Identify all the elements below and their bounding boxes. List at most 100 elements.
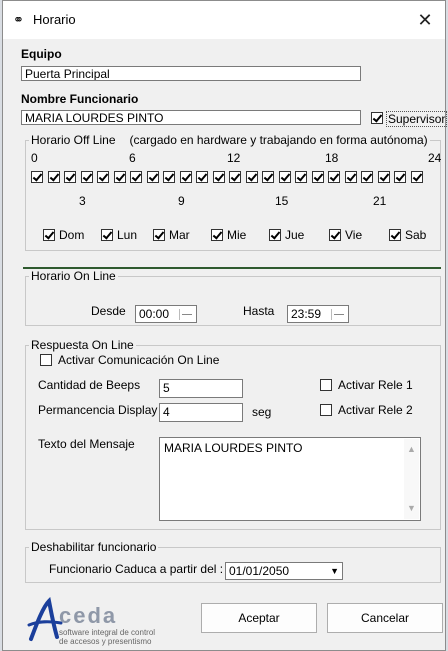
equipo-label: Equipo (21, 47, 62, 61)
desde-label: Desde (91, 304, 126, 318)
chevron-down-icon[interactable]: ▼ (330, 564, 339, 578)
hour-checkbox[interactable] (179, 171, 192, 183)
activar-online-checkbox[interactable] (40, 354, 52, 366)
hour-checkbox[interactable] (229, 171, 241, 183)
offline-legend-text: Horario Off Line (31, 133, 116, 147)
day-label: Mar (169, 228, 190, 242)
hour-checkbox[interactable] (212, 171, 225, 183)
equipo-field[interactable]: Puerta Principal (21, 66, 361, 81)
caduca-date-picker[interactable]: 01/01/2050 ▼ (225, 562, 343, 580)
hour-checkbox[interactable] (295, 171, 307, 183)
caduca-value: 01/01/2050 (229, 564, 290, 578)
day-checkbox-sab[interactable] (389, 229, 401, 241)
rele1-checkbox[interactable] (320, 379, 332, 391)
hour-checkbox[interactable] (311, 171, 324, 183)
display-label: Permancencia Display (38, 403, 158, 417)
hour-checkbox[interactable] (97, 171, 109, 183)
day-label: Jue (285, 228, 305, 242)
hour-checkbox[interactable] (196, 171, 208, 183)
beeps-input[interactable]: 5 (159, 379, 243, 398)
desde-spinner[interactable] (179, 309, 194, 320)
hour-label: 18 (325, 151, 339, 165)
close-button[interactable]: ✕ (405, 1, 445, 39)
desde-time-input[interactable]: 00:00 (135, 305, 197, 323)
hour-label: 0 (31, 151, 38, 165)
hasta-spinner[interactable] (331, 309, 346, 320)
day-checkbox-mie[interactable] (211, 229, 223, 241)
hour-checkbox[interactable] (245, 171, 258, 183)
hour-checkbox[interactable] (394, 171, 406, 183)
day-label: Vie (345, 228, 363, 242)
nombre-funcionario-label: Nombre Funcionario (21, 92, 139, 106)
caduca-label: Funcionario Caduca a partir del : (49, 562, 224, 576)
logo-subtitle-1: software integral de control (59, 628, 156, 637)
respuesta-legend: Respuesta On Line (29, 338, 136, 352)
title-bar: ⚭ Horario ✕ (3, 1, 445, 39)
hour-checkbox[interactable] (64, 171, 76, 183)
mensaje-textarea[interactable]: MARIA LOURDES PINTO ▲ ▼ (159, 437, 421, 521)
hour-checkbox[interactable] (344, 171, 357, 183)
hour-label: 12 (227, 151, 241, 165)
nombre-funcionario-field[interactable]: MARIA LOURDES PINTO (21, 110, 361, 125)
hour-label: 3 (79, 194, 86, 208)
hour-checkbox-row (31, 171, 441, 185)
hour-checkbox[interactable] (328, 171, 340, 183)
beeps-label: Cantidad de Beeps (38, 378, 141, 392)
day-checkbox-mar[interactable] (153, 229, 165, 241)
scroll-down-icon[interactable]: ▼ (407, 502, 416, 515)
display-input[interactable]: 4 (159, 403, 243, 422)
hour-checkbox[interactable] (361, 171, 373, 183)
day-label: Sab (405, 228, 427, 242)
hasta-label: Hasta (243, 304, 275, 318)
rele1-label: Activar Rele 1 (338, 378, 413, 392)
hasta-time-input[interactable]: 23:59 (287, 305, 349, 323)
hour-checkbox[interactable] (80, 171, 93, 183)
aceptar-button[interactable]: Aceptar (201, 603, 317, 633)
hour-checkbox[interactable] (262, 171, 274, 183)
day-checkbox-vie[interactable] (329, 229, 341, 241)
logo-wordmark: ceda (59, 603, 118, 628)
hasta-value: 23:59 (291, 307, 322, 321)
desde-value: 00:00 (139, 307, 170, 321)
hour-checkbox[interactable] (377, 171, 390, 183)
hour-checkbox[interactable] (113, 171, 126, 183)
horario-dialog: ⚭ Horario ✕ Equipo Puerta Principal Nomb… (2, 0, 448, 651)
mensaje-scrollbar[interactable]: ▲ ▼ (404, 439, 419, 519)
hour-checkbox[interactable] (146, 171, 159, 183)
rele2-label: Activar Rele 2 (338, 403, 413, 417)
seg-label: seg (252, 405, 272, 419)
hour-checkbox[interactable] (278, 171, 291, 183)
hour-checkbox[interactable] (410, 171, 423, 183)
day-checkbox-lun[interactable] (101, 229, 113, 241)
logo-subtitle-2: de accesos y presentismo (59, 637, 152, 646)
logo-a-icon (27, 597, 63, 641)
supervisor-label: Supervisor (386, 111, 448, 127)
day-checkbox-dom[interactable] (43, 229, 55, 241)
supervisor-checkbox[interactable] (371, 112, 383, 124)
offline-legend: Horario Off Line (cargado en hardware y t… (29, 133, 430, 147)
offline-note: (cargado en hardware y trabajando en for… (129, 133, 428, 147)
hour-label: 6 (129, 151, 136, 165)
scroll-up-icon[interactable]: ▲ (407, 443, 416, 456)
hour-checkbox[interactable] (163, 171, 175, 183)
activar-online-label: Activar Comunicación On Line (58, 353, 220, 367)
acceda-logo: ceda software integral de control de acc… (27, 597, 187, 647)
hour-checkbox[interactable] (130, 171, 142, 183)
hour-label: 9 (178, 194, 185, 208)
mensaje-text: MARIA LOURDES PINTO (164, 441, 303, 455)
hour-checkbox[interactable] (47, 171, 60, 183)
rele2-checkbox[interactable] (320, 404, 332, 416)
hour-label: 24 (428, 151, 442, 165)
day-label: Mie (227, 228, 247, 242)
cancelar-button[interactable]: Cancelar (327, 603, 443, 633)
hour-label: 15 (275, 194, 289, 208)
hour-checkbox[interactable] (31, 171, 43, 183)
window-title: Horario (33, 12, 76, 27)
day-label: Lun (117, 228, 138, 242)
deshabilitar-legend: Deshabilitar funcionario (29, 540, 159, 554)
mensaje-label: Texto del Mensaje (38, 437, 135, 451)
day-checkbox-jue[interactable] (269, 229, 281, 241)
online-group (25, 276, 441, 326)
online-legend: Horario On Line (29, 269, 118, 283)
hour-label: 21 (373, 194, 387, 208)
